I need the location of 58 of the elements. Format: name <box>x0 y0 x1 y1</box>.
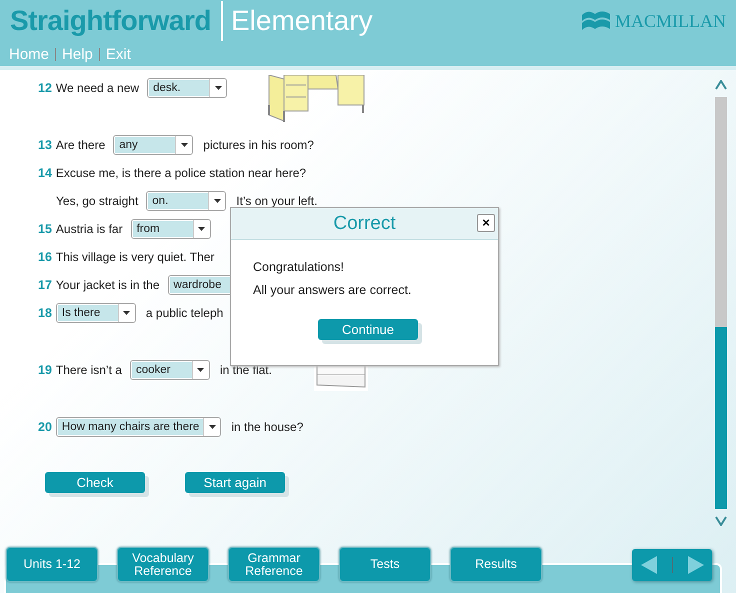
question-text: Are there <box>56 138 106 152</box>
section-tab[interactable]: Vocabulary Reference <box>117 547 209 582</box>
dropdown-arrow-icon[interactable] <box>208 425 216 429</box>
dropdown-arrow-icon[interactable] <box>214 86 222 90</box>
dropdown-arrow-icon[interactable] <box>197 368 204 372</box>
book-logo-icon <box>581 9 611 33</box>
question-number: 18 <box>38 306 52 320</box>
answer-dropdown[interactable]: Is there <box>56 303 136 323</box>
section-tab[interactable]: Grammar Reference <box>228 547 320 582</box>
question-number: 16 <box>38 250 52 264</box>
answer-dropdown[interactable]: cooker <box>130 360 210 380</box>
question-number: 14 <box>38 166 52 180</box>
answer-dropdown[interactable]: any <box>113 135 194 155</box>
question-text: Excuse me, is there a police station near here? <box>56 166 306 180</box>
publisher-logo: MACMILLAN <box>615 10 726 32</box>
product-title: Straightforward <box>10 5 211 37</box>
dialog-title: Correct <box>333 212 396 234</box>
answer-dropdown[interactable]: How many chairs are there <box>56 417 222 437</box>
nav-link[interactable]: Home <box>9 46 50 63</box>
nav-link[interactable]: Help <box>62 46 93 63</box>
question-text: in the flat. <box>220 363 272 377</box>
question-text: a public teleph <box>146 306 224 320</box>
dropdown-arrow-icon[interactable] <box>123 311 130 315</box>
question-text: Your jacket is in the <box>56 278 160 292</box>
question-text: This village is very quiet. Ther <box>56 250 214 264</box>
answer-dropdown[interactable]: from <box>130 219 211 239</box>
question-text: We need a new <box>56 81 140 95</box>
action-button[interactable]: Start again <box>185 472 285 493</box>
section-tab[interactable]: Tests <box>339 547 431 582</box>
question-number: 19 <box>38 363 52 377</box>
dropdown-arrow-icon[interactable] <box>180 143 188 147</box>
question-text: It’s on your left. <box>236 194 318 208</box>
section-tab[interactable]: Units 1-12 <box>6 547 98 582</box>
question-number: 15 <box>38 222 52 236</box>
level-title: Elementary <box>230 5 373 37</box>
scroll-up-icon[interactable] <box>715 80 727 90</box>
continue-button[interactable]: Continue <box>318 319 418 340</box>
question-text: Austria is far <box>56 222 123 236</box>
answer-dropdown[interactable]: on. <box>146 191 226 211</box>
section-tab[interactable]: Results <box>450 547 542 582</box>
answer-dropdown[interactable]: desk. <box>147 78 228 98</box>
question-number: 13 <box>38 138 52 152</box>
question-number: 12 <box>38 81 52 95</box>
question-text: pictures in his room? <box>203 138 314 152</box>
question-text: Yes, go straight <box>56 194 138 208</box>
close-button[interactable]: × <box>477 214 495 232</box>
scroll-down-icon[interactable] <box>715 516 727 526</box>
question-text: in the house? <box>231 420 304 434</box>
action-button[interactable]: Check <box>45 472 145 493</box>
dropdown-arrow-icon[interactable] <box>214 199 221 203</box>
question-number: 20 <box>38 420 52 434</box>
nav-link[interactable]: Exit <box>106 46 131 63</box>
dialog-message: Congratulations! <box>253 260 346 274</box>
scrollbar[interactable] <box>715 97 727 509</box>
question-text: There isn’t a <box>56 363 122 377</box>
dropdown-arrow-icon[interactable] <box>198 227 206 231</box>
question-number: 17 <box>38 278 52 292</box>
dialog-message: All your answers are correct. <box>253 283 412 297</box>
